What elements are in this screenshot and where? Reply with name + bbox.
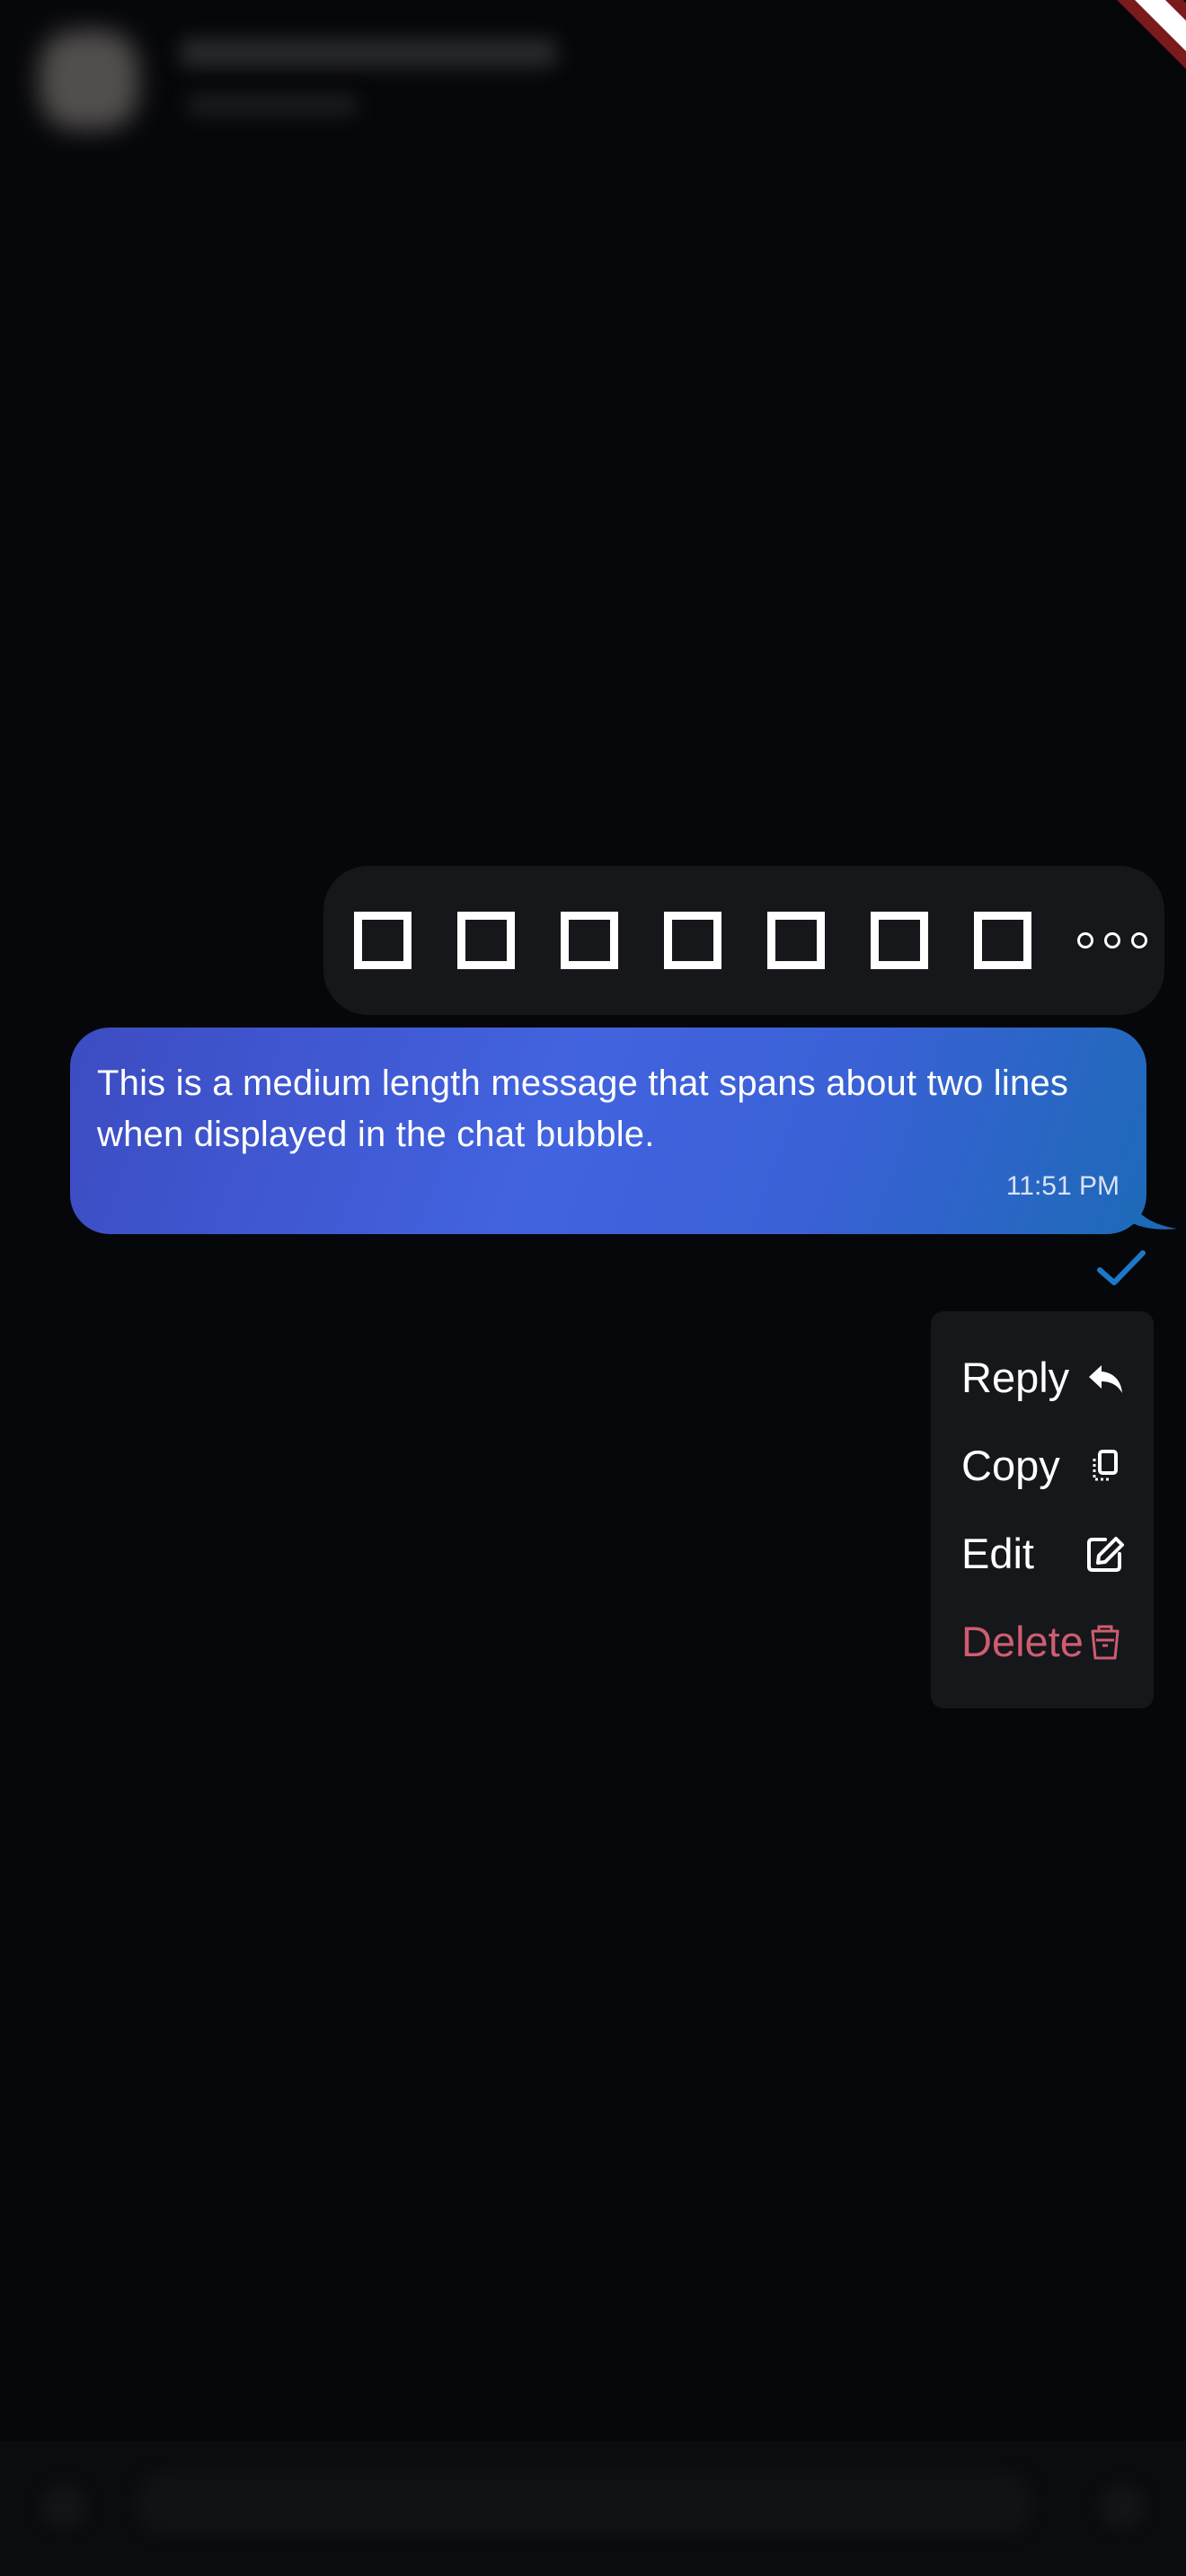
edit-icon xyxy=(1087,1537,1124,1572)
menu-item-copy[interactable]: Copy xyxy=(961,1426,1154,1498)
copy-icon xyxy=(1093,1450,1118,1481)
menu-item-label: Delete xyxy=(961,1618,1084,1665)
chat-header-blurred xyxy=(0,0,1186,162)
message-composer-blurred xyxy=(0,2441,1186,2576)
trash-icon xyxy=(1091,1625,1120,1660)
message-text: This is a medium length message that spa… xyxy=(97,1063,1069,1154)
message-bubble-tail xyxy=(1127,1187,1177,1230)
menu-item-edit[interactable]: Edit xyxy=(961,1514,1154,1586)
message-bubble[interactable]: This is a medium length message that spa… xyxy=(70,1028,1146,1234)
more-dot xyxy=(1131,932,1147,948)
menu-item-label: Edit xyxy=(961,1530,1034,1577)
more-dot xyxy=(1077,932,1093,948)
debug-banner xyxy=(1015,0,1186,171)
reaction-picker xyxy=(323,866,1164,1015)
debug-banner-band xyxy=(1076,0,1186,163)
reply-icon xyxy=(1089,1365,1122,1393)
message-context-menu: Reply Copy Edit Delete xyxy=(931,1311,1154,1708)
send-icon xyxy=(1100,2484,1145,2529)
message-timestamp: 11:51 PM xyxy=(1005,1171,1120,1201)
menu-item-reply[interactable]: Reply xyxy=(961,1338,1154,1410)
menu-item-label: Copy xyxy=(961,1442,1060,1489)
reaction-option-3[interactable] xyxy=(561,912,618,969)
avatar xyxy=(40,31,138,129)
reaction-option-4[interactable] xyxy=(664,912,721,969)
reaction-option-1[interactable] xyxy=(354,912,412,969)
more-horizontal-icon[interactable] xyxy=(1077,932,1147,948)
reaction-option-5[interactable] xyxy=(767,912,825,969)
menu-item-label: Reply xyxy=(961,1354,1070,1401)
more-dot xyxy=(1104,932,1120,948)
check-icon xyxy=(1097,1250,1146,1285)
chat-subtitle xyxy=(187,93,358,117)
message-input xyxy=(135,2472,1033,2535)
reaction-option-7[interactable] xyxy=(974,912,1031,969)
reaction-option-2[interactable] xyxy=(457,912,515,969)
menu-item-delete[interactable]: Delete xyxy=(961,1602,1154,1674)
chat-title xyxy=(180,38,557,68)
attach-icon xyxy=(41,2484,86,2529)
reaction-option-6[interactable] xyxy=(871,912,928,969)
